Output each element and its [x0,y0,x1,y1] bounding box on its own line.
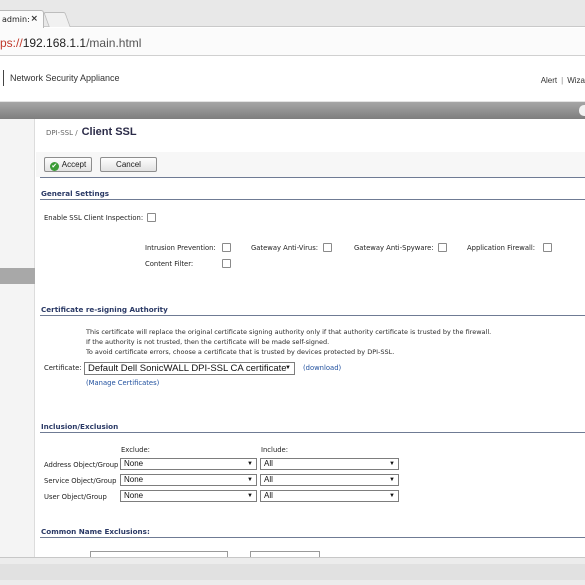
cert-info-line-2: If the authority is not trusted, then th… [86,338,330,346]
accept-label: Accept [61,160,87,169]
address-object-label: Address Object/Group [44,461,119,469]
left-navigation [0,119,35,557]
gateway-antivirus-label: Gateway Anti-Virus: [251,244,319,252]
service-exclude-select[interactable]: None ▼ [120,474,257,486]
application-firewall-checkbox[interactable] [543,243,552,252]
alert-link[interactable]: Alert [541,76,557,85]
general-settings-divider [40,199,585,200]
certificate-select[interactable]: Default Dell SonicWALL DPI-SSL CA certif… [84,362,295,375]
browser-tab[interactable]: admin: × [0,10,44,28]
cancel-button[interactable]: Cancel [100,157,157,172]
service-object-label: Service Object/Group [44,477,117,485]
application-firewall-label: Application Firewall: [467,244,536,252]
app-header: Network Security Appliance Alert | Wiza [0,56,585,102]
main-content: DPI-SSL / Client SSL ✔ Accept Cancel Gener… [36,119,585,557]
enable-ssl-checkbox[interactable] [147,213,156,222]
user-include-select[interactable]: All ▼ [260,490,399,502]
accept-button[interactable]: ✔ Accept [44,157,92,172]
inclusion-exclusion-divider [40,432,585,433]
dropdown-arrow-icon: ▼ [285,365,291,371]
link-separator: | [561,76,564,85]
dropdown-arrow-icon: ▼ [389,477,395,483]
breadcrumb-parent[interactable]: DPI-SSL / [46,129,78,137]
gateway-antispyware-checkbox[interactable] [438,243,447,252]
address-exclude-value: None [124,459,144,468]
user-exclude-select[interactable]: None ▼ [120,490,257,502]
app-title: Network Security Appliance [10,73,120,83]
close-tab-icon[interactable]: × [30,14,38,24]
download-link[interactable]: (download) [303,364,341,372]
gateway-antispyware-label: Gateway Anti-Spyware: [354,244,434,252]
browser-tab-strip: admin: × [0,0,585,28]
user-exclude-value: None [124,491,144,500]
dropdown-arrow-icon: ▼ [247,461,253,467]
dropdown-arrow-icon: ▼ [389,461,395,467]
url-host: 192.168.1.1 [22,36,87,50]
certificate-label: Certificate: [44,364,82,372]
browser-tab-title: admin: [2,15,30,24]
general-settings-heading: General Settings [41,189,110,198]
manage-certificates-link[interactable]: (Manage Certificates) [86,379,159,387]
breadcrumb: DPI-SSL / Client SSL [46,126,137,138]
url-scheme: ps:// [0,36,23,50]
user-include-value: All [264,491,273,500]
bottom-status-bar [0,557,585,585]
cert-info-line-3: To avoid certificate errors, choose a ce… [86,348,395,356]
dropdown-arrow-icon: ▼ [247,477,253,483]
address-include-select[interactable]: All ▼ [260,458,399,470]
dropdown-arrow-icon: ▼ [389,493,395,499]
service-include-select[interactable]: All ▼ [260,474,399,486]
cert-info-line-1: This certificate will replace the origin… [86,328,492,336]
wizard-link[interactable]: Wiza [567,76,585,85]
header-divider [3,70,4,86]
service-include-value: All [264,475,273,484]
checkmark-icon: ✔ [49,162,59,171]
enable-ssl-label: Enable SSL Client Inspection: [44,214,144,222]
toolbar-divider [40,177,585,178]
include-column-header: Include: [261,446,289,454]
dropdown-arrow-icon: ▼ [247,493,253,499]
intrusion-prevention-label: Intrusion Prevention: [145,244,216,252]
address-include-value: All [264,459,273,468]
certificate-select-value: Default Dell SonicWALL DPI-SSL CA certif… [88,363,287,374]
nav-selected-item[interactable] [0,268,35,284]
inclusion-exclusion-heading: Inclusion/Exclusion [41,422,119,431]
url-text[interactable]: ps://192.168.1.1/main.html [0,36,141,50]
user-object-label: User Object/Group [44,493,107,501]
status-bar-inner [0,564,585,580]
common-name-heading: Common Name Exclusions: [41,527,150,536]
url-path: /main.html [86,36,142,50]
content-filter-label: Content Filter: [145,260,194,268]
cert-authority-heading: Certificate re-signing Authority [41,305,168,314]
nav-toggle[interactable] [579,105,585,116]
address-exclude-select[interactable]: None ▼ [120,458,257,470]
common-name-divider [40,537,585,538]
cert-authority-divider [40,315,585,316]
address-bar[interactable]: ps://192.168.1.1/main.html [0,28,585,56]
header-links: Alert | Wiza [541,76,585,85]
exclude-column-header: Exclude: [121,446,150,454]
page-title: Client SSL [81,126,137,138]
service-exclude-value: None [124,475,144,484]
new-tab-button[interactable] [43,12,71,27]
top-nav-bar [0,102,585,119]
content-filter-checkbox[interactable] [222,259,231,268]
intrusion-prevention-checkbox[interactable] [222,243,231,252]
gateway-antivirus-checkbox[interactable] [323,243,332,252]
